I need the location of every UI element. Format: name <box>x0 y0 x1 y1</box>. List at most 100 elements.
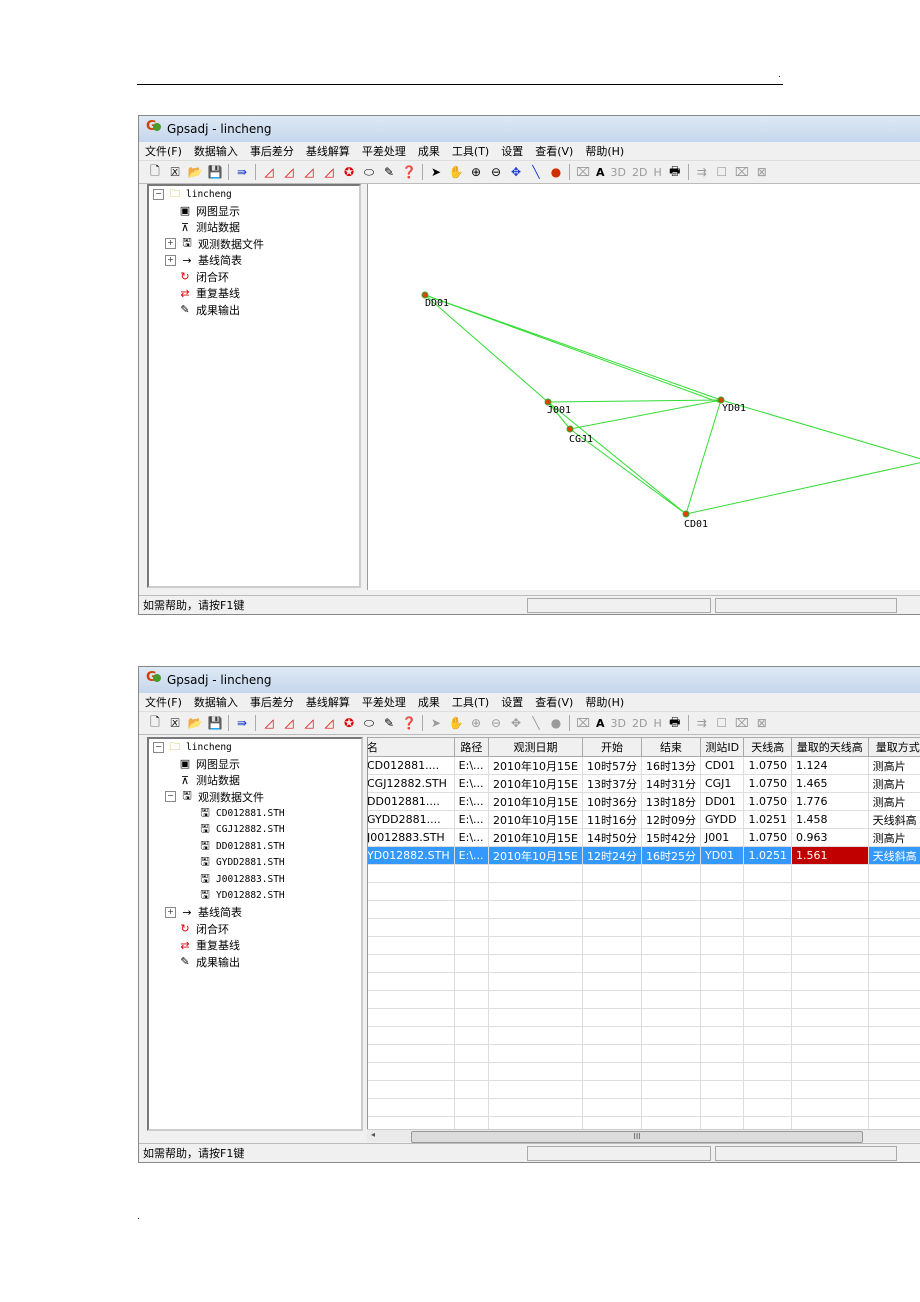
table-cell[interactable] <box>368 900 455 919</box>
view-3d-icon[interactable]: 3D <box>611 717 626 730</box>
move-icon[interactable]: ✥ <box>508 715 524 731</box>
table-cell[interactable] <box>867 900 920 919</box>
tree-item-network-display[interactable]: ▣ 网图显示 <box>149 203 359 220</box>
table-cell[interactable]: 14时50分 <box>581 828 642 847</box>
table-row[interactable]: DD012881.... E:\... 2010年10月15E 10时36分 13时18… <box>368 792 920 811</box>
frame-icon[interactable]: ☐ <box>714 715 730 731</box>
collapse-icon[interactable]: − <box>153 741 164 753</box>
table-cell[interactable] <box>867 936 920 955</box>
table-row[interactable] <box>368 864 920 883</box>
table-cell[interactable]: 13时18分 <box>640 792 701 811</box>
menu-adjustment[interactable]: 平差处理 <box>356 694 412 710</box>
table-cell[interactable]: E:\... <box>453 810 490 829</box>
table-cell[interactable] <box>743 918 792 937</box>
tree-item-closed-loop[interactable]: ↻ 闭合环 <box>149 269 359 286</box>
table-cell[interactable] <box>368 1062 455 1081</box>
expand-icon[interactable]: + <box>165 906 176 918</box>
new-file-icon[interactable]: 🗋 <box>147 164 163 180</box>
menu-file[interactable]: 文件(F) <box>139 694 188 710</box>
station-point-CD01[interactable] <box>682 510 690 518</box>
table-cell[interactable] <box>581 1116 642 1129</box>
frame-grid-icon[interactable]: ⊠ <box>754 715 770 731</box>
table-cell[interactable] <box>581 1080 642 1099</box>
table-cell[interactable]: YD01 <box>699 846 745 865</box>
tree-file-item[interactable]: 🖫 CD012881.STH <box>149 805 361 822</box>
table-cell[interactable] <box>368 1080 455 1099</box>
table-cell[interactable] <box>867 990 920 1009</box>
table-cell[interactable] <box>368 990 455 1009</box>
loop-tool-icon[interactable]: ✪ <box>341 715 357 731</box>
table-cell[interactable] <box>368 864 455 883</box>
column-header-measured-height[interactable]: 量取的天线高 <box>790 737 869 757</box>
table-cell[interactable] <box>640 936 701 955</box>
table-cell[interactable] <box>453 954 490 973</box>
observation-file-grid[interactable]: 名 路径 观测日期 开始 结束 测站ID 天线高 量取的天线高 量取方式 CD0… <box>367 737 920 1129</box>
tree-root[interactable]: − 🗀 lincheng <box>149 186 359 203</box>
table-cell[interactable] <box>743 864 792 883</box>
table-cell[interactable] <box>790 1098 869 1117</box>
table-cell[interactable] <box>640 954 701 973</box>
table-cell[interactable]: 1.465 <box>790 774 869 793</box>
column-header-start[interactable]: 开始 <box>581 737 642 757</box>
close-file-icon[interactable]: 🗵 <box>167 715 183 731</box>
table-cell[interactable] <box>581 972 642 991</box>
table-cell[interactable] <box>488 918 583 937</box>
table-cell[interactable] <box>790 900 869 919</box>
collapse-icon[interactable]: − <box>153 188 164 200</box>
table-cell[interactable] <box>453 1098 490 1117</box>
table-cell[interactable] <box>699 882 745 901</box>
table-cell[interactable] <box>581 1098 642 1117</box>
save-icon[interactable]: 💾 <box>207 715 223 731</box>
table-cell[interactable]: 10时57分 <box>581 756 642 775</box>
table-cell[interactable] <box>368 1044 455 1063</box>
table-cell[interactable] <box>743 1008 792 1027</box>
table-cell[interactable]: 测高片 <box>867 792 920 811</box>
menu-results[interactable]: 成果 <box>412 694 446 710</box>
close-file-icon[interactable]: 🗵 <box>167 164 183 180</box>
table-cell[interactable] <box>368 882 455 901</box>
fit-view-icon[interactable]: ⌧ <box>575 715 591 731</box>
tree-item-repeat-baseline[interactable]: ⇄ 重复基线 <box>149 937 361 954</box>
frame-grid-icon[interactable]: ⊠ <box>754 164 770 180</box>
menu-help[interactable]: 帮助(H) <box>579 694 630 710</box>
menu-settings[interactable]: 设置 <box>495 143 529 159</box>
table-cell[interactable] <box>453 1026 490 1045</box>
table-cell[interactable]: 天线斜高 <box>867 810 920 829</box>
table-cell[interactable] <box>368 918 455 937</box>
table-row[interactable] <box>368 972 920 991</box>
import-arrow-icon[interactable]: ⇛ <box>234 715 250 731</box>
table-cell[interactable]: 13时37分 <box>581 774 642 793</box>
table-cell[interactable]: 15时42分 <box>640 828 701 847</box>
table-cell[interactable] <box>699 900 745 919</box>
network-diagram[interactable]: DD01 J001 CGJ1 YD01 CD01 <box>368 184 920 590</box>
tree-root[interactable]: − 🗀 lincheng <box>149 739 361 756</box>
view-3d-icon[interactable]: 3D <box>611 166 626 179</box>
table-cell[interactable] <box>790 1026 869 1045</box>
menu-settings[interactable]: 设置 <box>495 694 529 710</box>
triangle-n-tool-icon[interactable]: ◿ <box>281 164 297 180</box>
table-cell[interactable]: 2010年10月15E <box>488 774 583 793</box>
height-view-icon[interactable]: H <box>653 717 661 730</box>
table-cell[interactable] <box>581 1062 642 1081</box>
table-cell[interactable]: E:\... <box>453 792 490 811</box>
zoom-out-icon[interactable]: ⊖ <box>488 164 504 180</box>
table-cell[interactable] <box>453 990 490 1009</box>
open-folder-icon[interactable]: 📂 <box>187 715 203 731</box>
network-map-view[interactable]: DD01 J001 CGJ1 YD01 CD01 <box>367 184 920 590</box>
table-cell[interactable]: 测高片 <box>867 828 920 847</box>
table-cell[interactable] <box>790 1008 869 1027</box>
table-cell[interactable] <box>790 972 869 991</box>
table-cell[interactable] <box>368 936 455 955</box>
expand-icon[interactable]: + <box>165 254 176 266</box>
table-cell[interactable] <box>488 882 583 901</box>
column-header-name[interactable]: 名 <box>368 737 455 757</box>
tree-item-station-data[interactable]: ⊼ 测站数据 <box>149 772 361 789</box>
table-row[interactable] <box>368 1080 920 1099</box>
table-cell[interactable] <box>640 972 701 991</box>
table-cell[interactable] <box>581 1044 642 1063</box>
table-row[interactable] <box>368 1026 920 1045</box>
table-cell[interactable] <box>699 1062 745 1081</box>
table-cell[interactable] <box>699 918 745 937</box>
menu-file[interactable]: 文件(F) <box>139 143 188 159</box>
tree-item-observation-files[interactable]: − 🖫 观测数据文件 <box>149 789 361 806</box>
